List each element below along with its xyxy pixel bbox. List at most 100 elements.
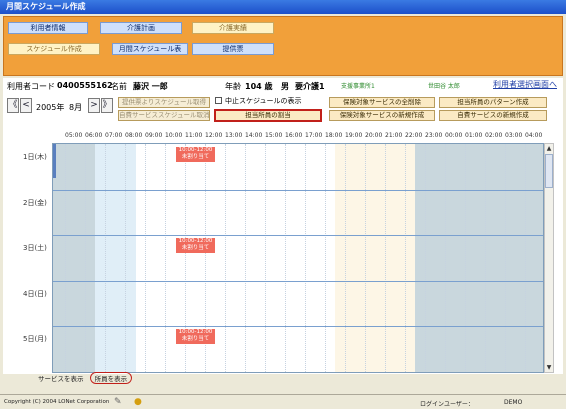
new-self-service-button[interactable]: 自費サービスの新規作成 bbox=[439, 110, 547, 121]
time-label: 22:00 bbox=[405, 132, 423, 139]
time-label: 21:00 bbox=[385, 132, 403, 139]
scroll-thumb[interactable] bbox=[545, 154, 553, 188]
time-label: 20:00 bbox=[365, 132, 383, 139]
assign-staff-button[interactable]: 担当所員の割当 bbox=[214, 109, 322, 122]
toolbar-panel: 利用者情報 介護計画 介護実績 スケジュール作成 月間スケジュール表 提供票 bbox=[3, 16, 563, 76]
hour-gridline bbox=[85, 144, 86, 372]
schedule-event[interactable]: 10:00-12:00 未割り当て bbox=[176, 329, 215, 344]
month-label: 8月 bbox=[69, 103, 83, 112]
user-select-link[interactable]: 利用者選択画面へ bbox=[493, 79, 557, 90]
day-separator bbox=[53, 189, 543, 191]
hour-gridline bbox=[105, 144, 106, 372]
hour-gridline bbox=[345, 144, 346, 372]
display-options: サービスを表示 所員を表示 bbox=[38, 372, 133, 384]
time-axis: 05:00 06:00 07:00 08:00 09:00 10:00 11:00 12:00… bbox=[60, 132, 544, 142]
time-label: 19:00 bbox=[345, 132, 363, 139]
evening-band bbox=[335, 144, 415, 372]
time-label: 09:00 bbox=[145, 132, 163, 139]
new-insurance-service-button[interactable]: 保険対象サービスの新規作成 bbox=[329, 110, 435, 121]
scroll-down-icon[interactable]: ▼ bbox=[545, 363, 553, 372]
staff-pattern-button[interactable]: 担当所員のパターン作成 bbox=[439, 97, 547, 108]
prev-month-button[interactable]: < bbox=[20, 98, 32, 113]
schedule-event[interactable]: 10:00-12:00 未割り当て bbox=[176, 238, 215, 253]
early-hours-band bbox=[53, 144, 95, 372]
time-label: 23:00 bbox=[425, 132, 443, 139]
hour-gridline bbox=[525, 144, 526, 372]
hour-gridline bbox=[325, 144, 326, 372]
copyright: Copyright (C) 2004 LONet Corporation bbox=[4, 399, 110, 405]
schedule-area: 05:00 06:00 07:00 08:00 09:00 10:00 11:00 12:00… bbox=[3, 130, 563, 374]
time-label: 14:00 bbox=[245, 132, 263, 139]
tab-monthly-schedule[interactable]: 月間スケジュール表 bbox=[112, 43, 188, 55]
user-age-label: 年齢 bbox=[225, 82, 241, 91]
vertical-scrollbar[interactable]: ▲ ▼ bbox=[544, 143, 554, 373]
day-separator bbox=[53, 326, 543, 327]
show-cancelled-checkbox[interactable] bbox=[215, 97, 222, 104]
hour-gridline bbox=[465, 144, 466, 372]
schedule-event[interactable]: 10:00-12:00 未割り当て bbox=[176, 147, 215, 162]
window-titlebar: 月間スケジュール作成 bbox=[0, 0, 566, 14]
time-label: 12:00 bbox=[205, 132, 223, 139]
event-time: 10:00-12:00 bbox=[178, 147, 213, 153]
day-label: 3日(土) bbox=[23, 244, 47, 252]
hour-gridline bbox=[245, 144, 246, 372]
time-label: 01:00 bbox=[465, 132, 483, 139]
time-label: 18:00 bbox=[325, 132, 343, 139]
next-month-button[interactable]: > bbox=[88, 98, 100, 113]
hour-gridline bbox=[145, 144, 146, 372]
day-label: 5日(月) bbox=[23, 335, 47, 343]
year-label: 2005年 bbox=[36, 103, 65, 112]
day-label: 2日(金) bbox=[23, 198, 47, 207]
user-code-label: 利用者コード bbox=[7, 82, 55, 91]
hour-gridline bbox=[285, 144, 286, 372]
day-label: 1日(木) bbox=[23, 153, 47, 161]
show-staff-option[interactable]: 所員を表示 bbox=[89, 372, 133, 384]
status-bar: Copyright (C) 2004 LONet Corporation ✎ ●… bbox=[0, 394, 566, 409]
login-user: DEMO bbox=[504, 399, 523, 406]
coin-icon: ● bbox=[134, 397, 142, 407]
day-separator bbox=[53, 280, 543, 282]
show-service-option[interactable]: サービスを表示 bbox=[38, 375, 84, 383]
hour-gridline bbox=[365, 144, 366, 372]
hour-gridline bbox=[385, 144, 386, 372]
hour-gridline bbox=[445, 144, 446, 372]
tab-care-record[interactable]: 介護実績 bbox=[192, 22, 274, 34]
get-schedule-from-provision-button[interactable]: 提供票よりスケジュール取得 bbox=[118, 97, 210, 108]
tab-user-info[interactable]: 利用者情報 bbox=[8, 22, 88, 34]
pen-icon: ✎ bbox=[114, 397, 122, 407]
support-office: 支援事業所1 bbox=[341, 83, 375, 90]
tab-schedule-create[interactable]: スケジュール作成 bbox=[8, 43, 100, 55]
user-name-label: 名前 bbox=[111, 82, 127, 91]
next-year-button[interactable]: 》 bbox=[101, 98, 113, 113]
scroll-up-icon[interactable]: ▲ bbox=[545, 144, 553, 153]
time-label: 06:00 bbox=[85, 132, 103, 139]
day-label: 4日(日) bbox=[23, 289, 47, 298]
hour-gridline bbox=[225, 144, 226, 372]
hour-gridline bbox=[265, 144, 266, 372]
hour-gridline bbox=[305, 144, 306, 372]
user-info-bar: 利用者コード 0400555162 名前 藤沢 一郎 年齢 104 歳 男 要介… bbox=[3, 78, 563, 94]
time-label: 02:00 bbox=[485, 132, 503, 139]
user-code: 0400555162 bbox=[57, 81, 113, 90]
current-cell-marker bbox=[53, 144, 56, 178]
delete-all-insurance-services-button[interactable]: 保険対象サービスの全削除 bbox=[329, 97, 435, 108]
hour-gridline bbox=[505, 144, 506, 372]
hour-gridline bbox=[125, 144, 126, 372]
hour-gridline bbox=[65, 144, 66, 372]
login-label: ログインユーザー： bbox=[420, 401, 474, 408]
event-status: 未割り当て bbox=[181, 336, 210, 342]
tab-care-plan[interactable]: 介護計画 bbox=[100, 22, 182, 34]
prev-year-button[interactable]: 《 bbox=[7, 98, 19, 113]
schedule-grid[interactable]: 10:00-12:00 未割り当て 10:00-12:00 未割り当て 10:00-12… bbox=[52, 143, 544, 373]
hour-gridline bbox=[425, 144, 426, 372]
user-care-level: 要介護1 bbox=[295, 82, 325, 91]
event-status: 未割り当て bbox=[181, 245, 210, 251]
show-cancelled-label: 中止スケジュールの表示 bbox=[225, 97, 302, 105]
tab-provision-sheet[interactable]: 提供票 bbox=[192, 43, 274, 55]
cancel-self-service-schedule-button[interactable]: 自費サービススケジュール取消 bbox=[118, 110, 210, 121]
user-sex: 男 bbox=[281, 82, 289, 91]
user-age: 104 歳 bbox=[245, 82, 273, 91]
event-time: 10:00-12:00 bbox=[178, 238, 213, 244]
event-status: 未割り当て bbox=[181, 154, 210, 160]
time-label: 03:00 bbox=[505, 132, 523, 139]
